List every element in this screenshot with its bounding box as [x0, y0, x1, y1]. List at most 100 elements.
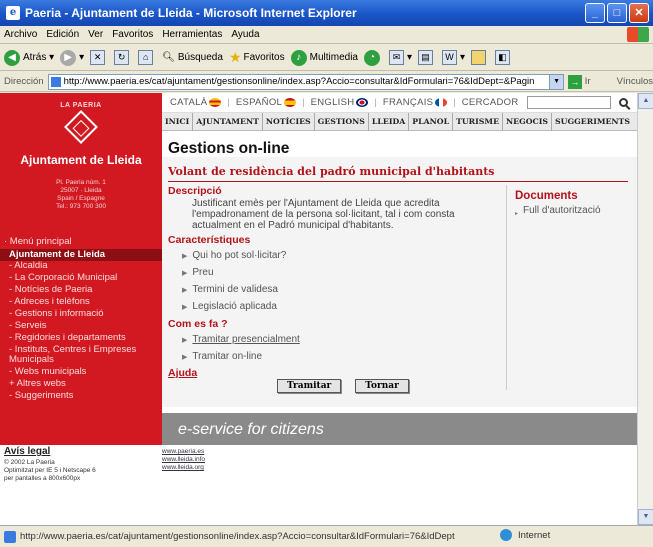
- sidebar-section-ajuntament[interactable]: Ajuntament de Lleida: [0, 248, 162, 261]
- forward-button[interactable]: ▶ ▾: [60, 49, 84, 66]
- bullet-arrow-icon: ▶: [182, 270, 188, 277]
- title-bar: e Paeria - Ajuntament de Lleida - Micros…: [0, 0, 653, 26]
- language-bar: CATALÀ | ESPAÑOL | ENGLISH | FRANÇAIS | …: [162, 93, 637, 113]
- sidebar-item-gestions[interactable]: - Gestions i informació: [0, 308, 162, 319]
- tornar-button[interactable]: Tornar: [355, 379, 409, 393]
- home-button[interactable]: ⌂: [138, 50, 156, 65]
- sidebar-item-alcaldia[interactable]: - Alcaldia: [0, 260, 162, 271]
- tab-noticies[interactable]: NOTÍCIES: [263, 112, 315, 131]
- bullet-arrow-icon: ▶: [182, 304, 188, 311]
- address-bar: Dirección http://www.paeria.es/cat/ajunt…: [0, 72, 653, 92]
- back-button[interactable]: ◀ Atrás ▾: [4, 49, 54, 66]
- tab-negocis[interactable]: NEGOCIS: [503, 112, 553, 131]
- sidebar-item-menu-principal[interactable]: · Menú principal: [0, 236, 162, 249]
- scroll-down-icon[interactable]: ▼: [638, 509, 653, 525]
- scroll-up-icon[interactable]: ▲: [638, 93, 653, 109]
- star-icon: ★: [228, 49, 242, 65]
- sidebar-item-webs[interactable]: - Webs municipals: [0, 366, 162, 377]
- ie-icon: e: [6, 6, 20, 20]
- page-status-icon: [4, 530, 16, 543]
- sidebar-nav: · Menú principal Ajuntament de Lleida - …: [0, 236, 162, 401]
- sidebar-item-altres-webs[interactable]: + Altres webs: [0, 378, 162, 389]
- lang-espanol[interactable]: ESPAÑOL: [236, 97, 297, 108]
- menu-herramientas[interactable]: Herramientas: [162, 29, 222, 40]
- messenger-button[interactable]: ◧: [495, 50, 513, 65]
- site-search-input[interactable]: [526, 96, 611, 109]
- windows-logo-icon: [627, 27, 649, 42]
- footer-link-lleida-info[interactable]: www.lleida.info: [162, 456, 205, 464]
- link-tramitar-online[interactable]: ▶ Tramitar on-line: [168, 351, 502, 364]
- vertical-scrollbar[interactable]: ▲ ▼: [637, 93, 653, 525]
- multimedia-button[interactable]: ♪ Multimedia: [290, 49, 358, 66]
- sidebar-item-serveis[interactable]: - Serveis: [0, 320, 162, 331]
- maximize-button[interactable]: □: [607, 3, 627, 23]
- address-dropdown-icon[interactable]: ▼: [549, 74, 564, 89]
- com-es-fa-heading: Com es fa ?: [168, 318, 228, 330]
- back-arrow-icon: ◀: [4, 49, 20, 66]
- tab-inici[interactable]: INICI: [162, 112, 194, 131]
- edit-button[interactable]: W ▾: [442, 50, 465, 65]
- documents-panel: Documents Full d'autorització: [506, 185, 630, 390]
- lang-catala[interactable]: CATALÀ: [170, 97, 222, 108]
- lang-francais[interactable]: FRANÇAIS: [383, 97, 448, 108]
- sidebar-item-adreces[interactable]: - Adreces i telèfons: [0, 296, 162, 307]
- sidebar-item-corporacio[interactable]: - La Corporació Municipal: [0, 272, 162, 283]
- refresh-button[interactable]: ↻: [114, 50, 132, 65]
- browser-window: e Paeria - Ajuntament de Lleida - Micros…: [0, 0, 653, 547]
- lang-english[interactable]: ENGLISH: [311, 97, 369, 108]
- tab-suggeriments[interactable]: SUGGERIMENTS: [552, 113, 633, 131]
- history-button[interactable]: ◔: [363, 49, 383, 66]
- menu-edicion[interactable]: Edición: [46, 29, 79, 40]
- sidebar-item-suggeriments[interactable]: - Suggeriments: [0, 390, 162, 401]
- mail-button[interactable]: ✉ ▾: [388, 50, 412, 65]
- go-arrow-icon[interactable]: →: [568, 74, 582, 89]
- documents-heading: Documents: [515, 190, 578, 202]
- favorites-button[interactable]: ★ Favoritos: [229, 49, 285, 66]
- folder-button[interactable]: [471, 50, 489, 65]
- address-input[interactable]: http://www.paeria.es/cat/ajuntament/gest…: [47, 73, 565, 90]
- close-button[interactable]: ✕: [629, 3, 649, 23]
- sidebar-item-noticies[interactable]: - Notícies de Paeria: [0, 284, 162, 295]
- link-legislacio[interactable]: ▶ Legislació aplicada: [168, 301, 502, 314]
- search-icon[interactable]: [618, 98, 628, 107]
- menu-ayuda[interactable]: Ayuda: [231, 29, 259, 40]
- messenger-icon: ◧: [495, 50, 511, 65]
- ajuda-link[interactable]: Ajuda: [168, 367, 502, 379]
- tramitar-button[interactable]: Tramitar: [277, 379, 342, 393]
- link-preu[interactable]: ▶ Preu: [168, 267, 502, 280]
- sidebar-item-instituts[interactable]: - Instituts, Centres i Empreses Municipa…: [0, 344, 150, 365]
- bullet-arrow-icon: ▶: [182, 253, 188, 260]
- links-label[interactable]: Vínculos: [617, 76, 653, 87]
- window-title: Paeria - Ajuntament de Lleida - Microsof…: [25, 6, 357, 20]
- tab-lleida[interactable]: LLEIDA: [369, 112, 410, 131]
- link-full-autoritzacio[interactable]: Full d'autorització: [515, 205, 630, 220]
- sidebar-item-regidories[interactable]: - Regidories i departaments: [0, 332, 162, 343]
- page-footer: Avís legal © 2002 La Paeria Optimitzat p…: [0, 445, 637, 525]
- menu-archivo[interactable]: Archivo: [4, 29, 37, 40]
- footer-link-lleida-org[interactable]: www.lleida.org: [162, 464, 205, 472]
- sidebar-title: Ajuntament de Lleida: [20, 153, 142, 167]
- link-termini[interactable]: ▶ Termini de validesa: [168, 284, 502, 297]
- tab-turisme[interactable]: TURISME: [453, 112, 504, 131]
- globe-icon: [500, 529, 512, 541]
- minimize-button[interactable]: _: [585, 3, 605, 23]
- footer-link-paeria[interactable]: www.paeria.es: [162, 448, 205, 456]
- print-button[interactable]: ▤: [418, 50, 436, 65]
- stop-icon: ✕: [90, 50, 106, 65]
- stop-button[interactable]: ✕: [90, 50, 108, 65]
- search-button[interactable]: 🔍︎ Búsqueda: [162, 52, 223, 63]
- menu-favoritos[interactable]: Favoritos: [112, 29, 153, 40]
- tab-gestions[interactable]: GESTIONS: [315, 112, 369, 131]
- tab-ajuntament[interactable]: AJUNTAMENT: [193, 112, 263, 131]
- tab-planol[interactable]: PLANOL: [409, 112, 454, 131]
- legal-notice-link[interactable]: Avís legal: [4, 446, 50, 457]
- go-button[interactable]: Ir: [585, 76, 591, 87]
- link-qui-ho-pot[interactable]: ▶ Qui ho pot sol·licitar?: [168, 250, 502, 263]
- form-title: Volant de residència del padró municipal…: [168, 165, 495, 178]
- menu-ver[interactable]: Ver: [88, 29, 103, 40]
- caracteristiques-heading: Característiques: [168, 234, 251, 246]
- link-tramitar-presencialment[interactable]: ▶ Tramitar presencialment: [168, 334, 502, 347]
- uk-flag-icon: [356, 97, 369, 107]
- lleida-crest-icon: [64, 110, 98, 144]
- copyright-text: © 2002 La Paeria Optimitzat per IE 5 i N…: [4, 459, 96, 482]
